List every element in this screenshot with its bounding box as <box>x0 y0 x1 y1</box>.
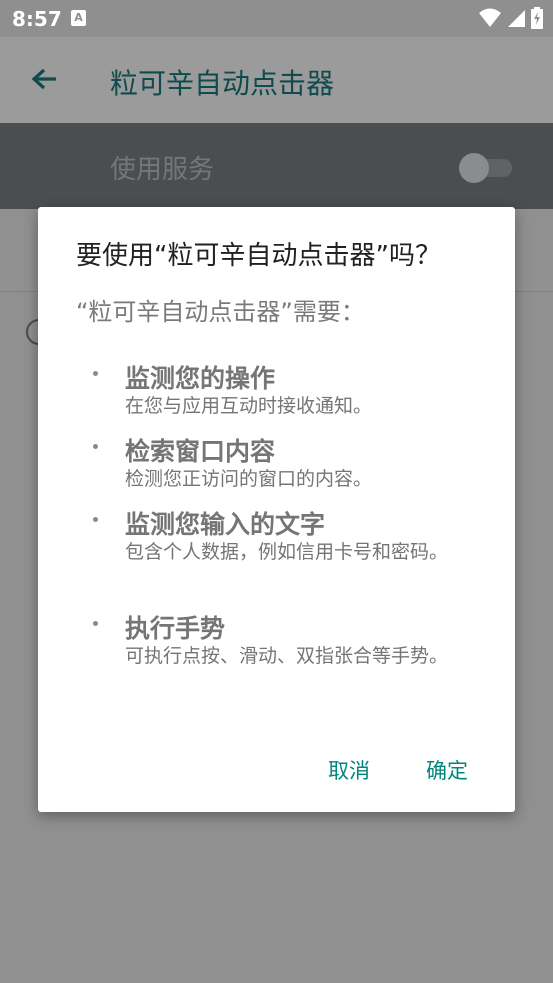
permission-desc: 可执行点按、滑动、双指张合等手势。 <box>125 645 449 667</box>
use-service-row[interactable]: 使用服务 <box>0 123 553 209</box>
bullet-icon <box>93 621 98 626</box>
permission-desc: 检测您正访问的窗口的内容。 <box>125 468 373 490</box>
battery-charging-icon <box>531 7 543 29</box>
permission-title: 监测您输入的文字 <box>125 510 326 539</box>
bullet-icon <box>93 517 98 522</box>
cancel-button[interactable]: 取消 <box>328 755 370 785</box>
bullet-icon <box>93 371 98 376</box>
status-time: 8:57 <box>12 7 62 31</box>
app-title: 粒可辛自动点击器 <box>110 67 335 100</box>
permission-dialog: 要使用“粒可辛自动点击器”吗？ “粒可辛自动点击器”需要： 监测您的操作 在您与… <box>38 207 515 812</box>
bullet-icon <box>93 444 98 449</box>
ok-button[interactable]: 确定 <box>426 755 468 785</box>
dialog-subtitle: “粒可辛自动点击器”需要： <box>76 298 365 326</box>
dialog-title: 要使用“粒可辛自动点击器”吗？ <box>76 241 441 271</box>
a-notification-icon: A <box>71 10 86 26</box>
wifi-icon <box>478 8 501 27</box>
signal-icon <box>507 10 525 27</box>
screen: 8:57 A 粒可辛自动点击器 使用服务 要使用“粒可辛自动点击器”吗？ “粒可… <box>0 0 553 983</box>
permission-title: 监测您的操作 <box>125 364 276 393</box>
status-bar: 8:57 A <box>0 0 553 37</box>
arrow-back-icon[interactable] <box>28 64 60 96</box>
app-bar: 粒可辛自动点击器 <box>0 37 553 123</box>
permission-desc: 在您与应用互动时接收通知。 <box>125 395 373 417</box>
service-toggle-thumb[interactable] <box>459 153 489 183</box>
permission-title: 检索窗口内容 <box>125 437 276 466</box>
status-icons <box>478 7 543 29</box>
permission-title: 执行手势 <box>125 614 226 643</box>
use-service-label: 使用服务 <box>110 155 215 185</box>
permission-desc: 包含个人数据，例如信用卡号和密码。 <box>125 541 449 563</box>
